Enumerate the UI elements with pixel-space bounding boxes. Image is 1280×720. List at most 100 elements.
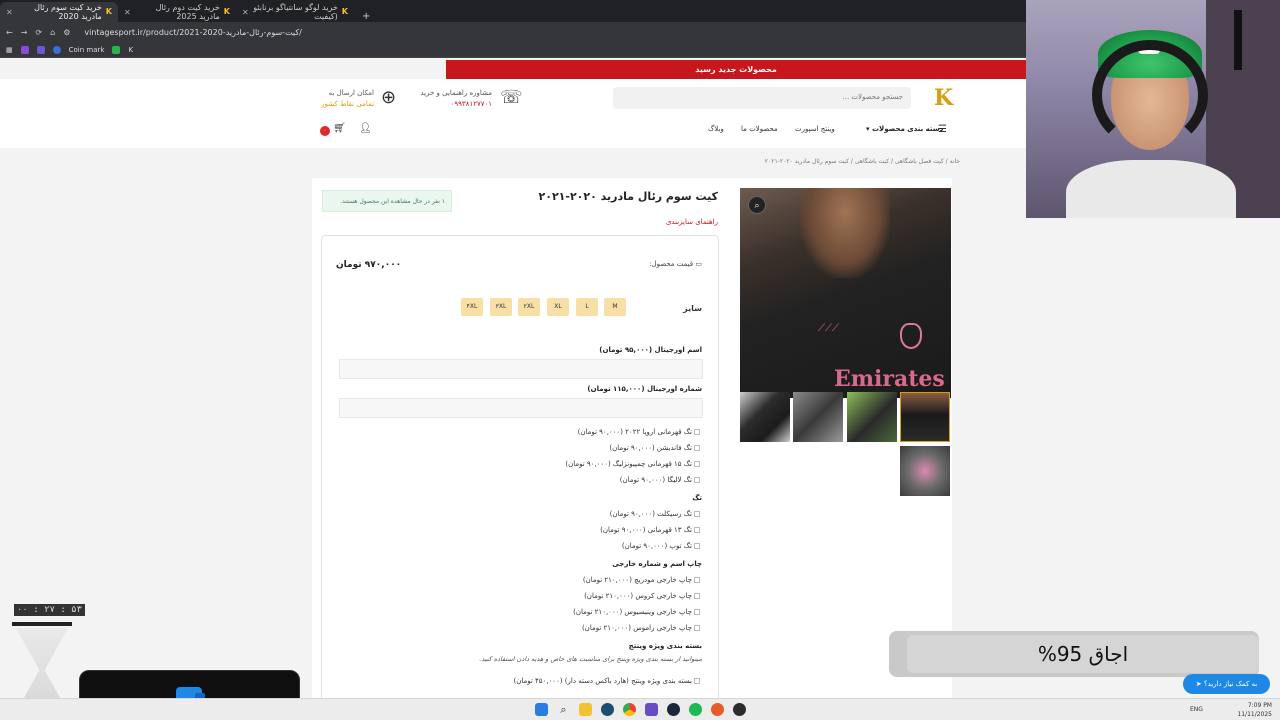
breadcrumb[interactable]: خانه / کیت فصل باشگاهی / کیت باشگاهی / ک… [765,158,960,165]
checkbox[interactable] [694,429,700,435]
print-option[interactable]: چاپ خارجی راموس (۲۱۰,۰۰۰ تومان) [582,624,700,632]
product-thumbnail[interactable] [847,392,897,442]
url-field[interactable]: vintagesport.ir/product/2021-2020-کیت-سو… [84,28,302,37]
product-thumbnail[interactable] [740,392,790,442]
close-tab-icon[interactable]: ✕ [242,8,249,17]
home-icon[interactable]: ⌂ [50,28,55,37]
person-shirt [1066,160,1236,218]
shipping-label: امکان ارسال به [328,89,374,97]
tag-option[interactable]: تگ توپ (۹۰,۰۰۰ تومان) [622,542,700,550]
product-thumbnail[interactable] [900,392,950,442]
original-name-input[interactable] [339,359,703,379]
package-heading: بسته بندی ویژه وینتج [628,642,702,650]
product-thumbnail[interactable] [900,446,950,496]
product-thumbnail[interactable] [793,392,843,442]
badge-option[interactable]: تگ فاندیشن (۹۰,۰۰۰ تومان) [609,444,700,452]
checkbox[interactable] [694,678,700,684]
promo-banner[interactable]: محصولات جدید رسید [446,60,1026,79]
club-crest-icon [900,323,922,349]
size-option-2xl[interactable]: ۲XL [518,298,540,316]
app-icon[interactable] [711,703,724,716]
checkbox[interactable] [694,625,700,631]
discord-icon[interactable] [645,703,658,716]
site-logo[interactable]: K [934,85,958,113]
user-icon[interactable]: 👤︎ [359,123,372,134]
file-explorer-icon[interactable] [579,703,592,716]
nav-products[interactable]: محصولات ما [741,125,778,133]
bookmark-icon[interactable] [36,45,45,54]
package-option[interactable]: بسته بندی ویژه وینتج (هارد باکس دسته دار… [514,677,700,685]
search-input[interactable]: جستجو محصولات ... [613,87,911,109]
original-number-input[interactable] [339,398,703,418]
steam-icon[interactable] [667,703,680,716]
price-label: ▭ قیمت محصول: [649,260,702,268]
print-option[interactable]: چاپ خارجی کروس (۲۱۰,۰۰۰ تومان) [584,592,700,600]
nav-vintage[interactable]: وینتج اسپورت [795,125,835,133]
obs-icon[interactable] [733,703,746,716]
chrome-icon[interactable] [623,703,636,716]
system-clock[interactable]: 7:09 PM 11/11/2025 [1237,701,1272,719]
browser-tab-3[interactable]: K خرید لوگو سانتیاگو برنابئو (کیفیت ✕ [236,2,354,22]
size-option-3xl[interactable]: ۳XL [490,298,512,316]
consult-info: مشاوره راهنمایی و خرید ۰۹۹۳۸۱۲۷۷۰۱ [418,88,492,110]
checkbox[interactable] [694,461,700,467]
address-bar: ← → ⟳ ⌂ ⚙ vintagesport.ir/product/2021-2… [0,22,1026,42]
product-main-image[interactable]: ⟋⟋⟋ Emirates ⌕ [740,188,951,398]
checkbox[interactable] [694,445,700,451]
site-info-icon[interactable]: ⚙ [63,28,70,37]
spotify-icon[interactable] [689,703,702,716]
headset-icon [1092,40,1208,150]
badge-option[interactable]: تگ لالیگا (۹۰,۰۰۰ تومان) [620,476,700,484]
battery-overlay: اجاق 95% [889,631,1259,677]
app-icon[interactable] [601,703,614,716]
apps-icon[interactable]: ▦ [6,46,13,54]
bookmark-coin-mark[interactable]: Coin mark [69,46,105,54]
bookmark-icon[interactable] [20,45,29,54]
reload-icon[interactable]: ⟳ [35,28,42,37]
zoom-icon[interactable]: ⌕ [748,196,766,214]
checkbox[interactable] [694,527,700,533]
checkbox[interactable] [694,477,700,483]
tag-option[interactable]: تگ ۱۳ قهرمانی (۹۰,۰۰۰ تومان) [600,526,700,534]
back-icon[interactable]: ← [6,28,13,37]
checkbox[interactable] [694,577,700,583]
tab-title: خرید لوگو سانتیاگو برنابئو (کیفیت [253,3,338,21]
checkbox[interactable] [694,543,700,549]
nav-categories[interactable]: ▾ دسته بندی محصولات [866,125,943,133]
close-tab-icon[interactable]: ✕ [6,8,13,17]
language-indicator[interactable]: ENG [1190,706,1203,713]
windows-taskbar: ⌕ ENG 7:09 PM 11/11/2025 [0,698,1280,720]
bookmark-k[interactable]: K [128,46,133,54]
size-guide-link[interactable]: راهنمای سایزبندی [666,218,718,226]
coin-icon [52,45,61,54]
send-icon: ➤ [1195,680,1202,688]
new-tab-button[interactable]: + [354,11,378,22]
consult-phone[interactable]: ۰۹۹۳۸۱۲۷۷۰۱ [418,99,492,110]
cart-icon[interactable]: 🛒︎ [333,123,346,134]
player-photo [800,188,890,278]
badge-option[interactable]: تگ ۱۵ قهرمانی چمپیونزلیگ (۹۰,۰۰۰ تومان) [565,460,700,468]
checkbox[interactable] [694,511,700,517]
sponsor-text: Emirates [834,366,945,392]
money-icon: ▭ [693,260,702,268]
nav-blog[interactable]: وبلاگ [708,125,724,133]
size-option-m[interactable]: M [604,298,626,316]
tag-option[interactable]: تگ رسیکلت (۹۰,۰۰۰ تومان) [610,510,700,518]
size-option-l[interactable]: L [576,298,598,316]
browser-tab-2[interactable]: K خرید کیت دوم رئال مادرید 2025 ✕ [118,2,236,22]
site-favicon-icon: K [105,7,112,16]
size-option-xl[interactable]: XL [547,298,569,316]
checkbox[interactable] [694,593,700,599]
windows-start-icon[interactable] [535,703,548,716]
close-tab-icon[interactable]: ✕ [124,8,131,17]
browser-tab-1[interactable]: K خرید کیت سوم رئال مادرید 2020 ✕ [0,2,118,22]
badge-option[interactable]: تگ قهرمانی اروپا ۲۰۲۲ (۹۰,۰۰۰ تومان) [578,428,700,436]
checkbox[interactable] [694,609,700,615]
forward-icon[interactable]: → [21,28,28,37]
size-option-4xl[interactable]: ۴XL [461,298,483,316]
browser-tab-bar: K خرید کیت سوم رئال مادرید 2020 ✕ K خرید… [0,0,1026,22]
search-icon[interactable]: ⌕ [557,703,570,716]
print-option[interactable]: چاپ خارجی وینیسیوس (۲۱۰,۰۰۰ تومان) [573,608,700,616]
print-option[interactable]: چاپ خارجی مودریچ (۲۱۰,۰۰۰ تومان) [583,576,700,584]
help-chat-button[interactable]: به کمک نیاز دارید؟ ➤ [1183,674,1270,694]
